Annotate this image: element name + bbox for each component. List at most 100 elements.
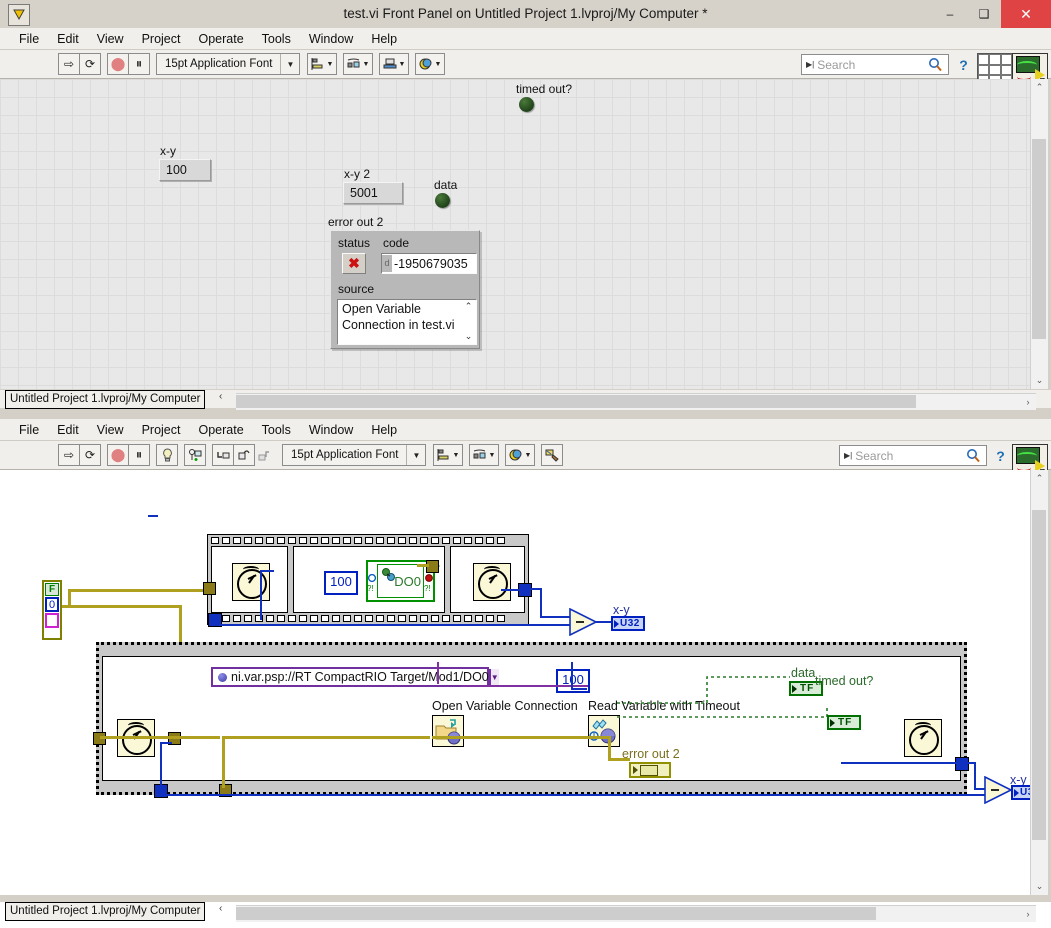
step-out-button[interactable]: [254, 444, 276, 466]
resize-objects-button[interactable]: ▼: [379, 53, 410, 75]
distribute-objects-button[interactable]: ▼: [343, 53, 374, 75]
bd-menu-item-view[interactable]: View: [88, 419, 133, 441]
sequence-error-in-tunnel[interactable]: [203, 582, 216, 595]
xy2-indicator-value: 5001: [347, 185, 399, 201]
scroll-right-icon[interactable]: ›: [1020, 394, 1036, 410]
tick-count-node-2[interactable]: [473, 563, 511, 601]
bd-run-continuously-button[interactable]: ⟳: [79, 444, 101, 466]
xy2-indicator[interactable]: 5001: [343, 182, 403, 204]
data-terminal-label: data: [791, 666, 816, 680]
timed-out-led[interactable]: [519, 97, 534, 112]
bd-reorder-button[interactable]: ▼: [505, 444, 536, 466]
reorder-button[interactable]: ▼: [415, 53, 446, 75]
maximize-button[interactable]: ❑: [967, 0, 1001, 28]
bd-abort-execution-button[interactable]: ⬤: [107, 444, 129, 466]
open-variable-connection-node[interactable]: [432, 715, 464, 747]
menu-item-help[interactable]: Help: [362, 28, 406, 50]
bd-menu-item-project[interactable]: Project: [133, 419, 190, 441]
xy-indicator-terminal-top[interactable]: U32: [611, 616, 645, 631]
error-out-cluster[interactable]: status ✖ code d -1950679035 source Open …: [330, 230, 480, 349]
bd-context-help-button[interactable]: ?: [990, 445, 1011, 466]
sequence-frame-divider-1[interactable]: [287, 546, 294, 613]
step-into-button[interactable]: [212, 444, 234, 466]
scroll-right-icon[interactable]: ›: [1020, 906, 1036, 922]
menu-item-file[interactable]: File: [10, 28, 48, 50]
run-continuously-button[interactable]: ⟳: [79, 53, 101, 75]
bd-menu-item-file[interactable]: File: [10, 419, 48, 441]
bd-menu-item-operate[interactable]: Operate: [189, 419, 252, 441]
clean-up-diagram-button[interactable]: [541, 444, 564, 466]
block-diagram-vscrollbar[interactable]: ⌃ ⌄: [1030, 470, 1048, 895]
subtract-function-top[interactable]: [569, 608, 599, 636]
bd-search-input[interactable]: ▶| Search: [839, 445, 987, 466]
loop-tick-out-tunnel-right[interactable]: [955, 757, 969, 771]
shared-variable-reference-constant[interactable]: ni.var.psp://RT CompactRIO Target/Mod1/D…: [211, 667, 499, 687]
sequence-frame-divider-2[interactable]: [444, 546, 451, 613]
align-objects-button[interactable]: ▼: [307, 53, 338, 75]
timed-out-indicator-terminal[interactable]: TF: [827, 715, 861, 730]
tick-count-node-1[interactable]: [232, 563, 270, 601]
abort-execution-button[interactable]: ⬤: [107, 53, 129, 75]
scroll-up-icon[interactable]: ⌃: [1031, 79, 1048, 96]
tick-count-node-4[interactable]: [904, 719, 942, 757]
bd-pause-button[interactable]: ⏸: [128, 444, 150, 466]
xy-indicator-terminal-bottom[interactable]: U32: [1011, 785, 1030, 800]
search-dropdown-icon[interactable]: ▶|: [840, 451, 855, 460]
bd-run-button[interactable]: ⇨: [58, 444, 80, 466]
error-out-indicator-terminal[interactable]: [629, 762, 671, 778]
error-cluster-constant[interactable]: F 0: [42, 580, 62, 640]
block-diagram-status-collapse-icon[interactable]: ‹: [219, 903, 222, 914]
menu-item-project[interactable]: Project: [133, 28, 190, 50]
font-selector[interactable]: 15pt Application Font ▼: [156, 53, 301, 75]
run-button[interactable]: ⇨: [58, 53, 80, 75]
menu-item-operate[interactable]: Operate: [189, 28, 252, 50]
chevron-down-icon[interactable]: ▼: [488, 669, 499, 685]
bd-vscroll-thumb[interactable]: [1032, 510, 1046, 840]
front-panel-status-collapse-icon[interactable]: ‹: [219, 391, 222, 402]
flat-sequence-structure-top[interactable]: 100 DO0 ?! ?!: [207, 534, 529, 625]
step-over-button[interactable]: [233, 444, 255, 466]
error-source-scrollbar[interactable]: ⌃ ⌄: [462, 301, 475, 343]
block-diagram-hscrollbar[interactable]: ›: [236, 905, 1036, 922]
chevron-down-icon[interactable]: ▼: [281, 60, 299, 69]
vscroll-thumb[interactable]: [1032, 139, 1046, 339]
timeout-constant-top[interactable]: 100: [324, 571, 358, 595]
error-code-indicator[interactable]: d -1950679035: [381, 253, 477, 274]
context-help-button[interactable]: ?: [953, 54, 974, 75]
menu-item-window[interactable]: Window: [300, 28, 362, 50]
menu-item-edit[interactable]: Edit: [48, 28, 88, 50]
front-panel-vscrollbar[interactable]: ⌃ ⌄: [1030, 79, 1048, 389]
xy-indicator[interactable]: 100: [159, 159, 211, 181]
scroll-down-icon[interactable]: ⌄: [462, 331, 475, 343]
scroll-down-icon[interactable]: ⌄: [1031, 878, 1048, 895]
search-dropdown-icon[interactable]: ▶|: [802, 60, 817, 69]
close-button[interactable]: ✕: [1001, 0, 1051, 28]
bd-menu-item-help[interactable]: Help: [362, 419, 406, 441]
scroll-up-icon[interactable]: ⌃: [462, 301, 475, 313]
chevron-down-icon[interactable]: ▼: [407, 451, 425, 460]
bd-distribute-objects-button[interactable]: ▼: [469, 444, 500, 466]
scroll-up-icon[interactable]: ⌃: [1031, 470, 1048, 487]
pause-button[interactable]: ⏸: [128, 53, 150, 75]
search-input[interactable]: ▶| Search: [801, 54, 949, 75]
block-diagram-canvas[interactable]: F 0 100 DO0 ?! ?! x-y U32 ni.var.psp://R…: [0, 470, 1030, 895]
menu-item-view[interactable]: View: [88, 28, 133, 50]
front-panel-canvas[interactable]: x-y 100 x-y 2 5001 data timed out? error…: [0, 79, 1030, 389]
menu-item-tools[interactable]: Tools: [253, 28, 300, 50]
bd-menu-item-edit[interactable]: Edit: [48, 419, 88, 441]
front-panel-hscrollbar[interactable]: ›: [236, 393, 1036, 410]
error-source-box[interactable]: Open Variable Connection in test.vi ⌃ ⌄: [337, 299, 477, 345]
error-wire-branch: [68, 605, 182, 608]
bd-font-selector[interactable]: 15pt Application Font ▼: [282, 444, 427, 466]
bd-menu-item-window[interactable]: Window: [300, 419, 362, 441]
variable-dot-icon: [218, 672, 227, 682]
retain-wire-values-button[interactable]: [184, 444, 206, 466]
minimize-button[interactable]: –: [933, 0, 967, 28]
scroll-down-icon[interactable]: ⌄: [1031, 372, 1048, 389]
bd-align-objects-button[interactable]: ▼: [433, 444, 464, 466]
hscroll-thumb[interactable]: [236, 395, 916, 408]
bd-menu-item-tools[interactable]: Tools: [253, 419, 300, 441]
data-led[interactable]: [435, 193, 450, 208]
bd-hscroll-thumb[interactable]: [236, 907, 876, 920]
highlight-execution-button[interactable]: [156, 444, 178, 466]
